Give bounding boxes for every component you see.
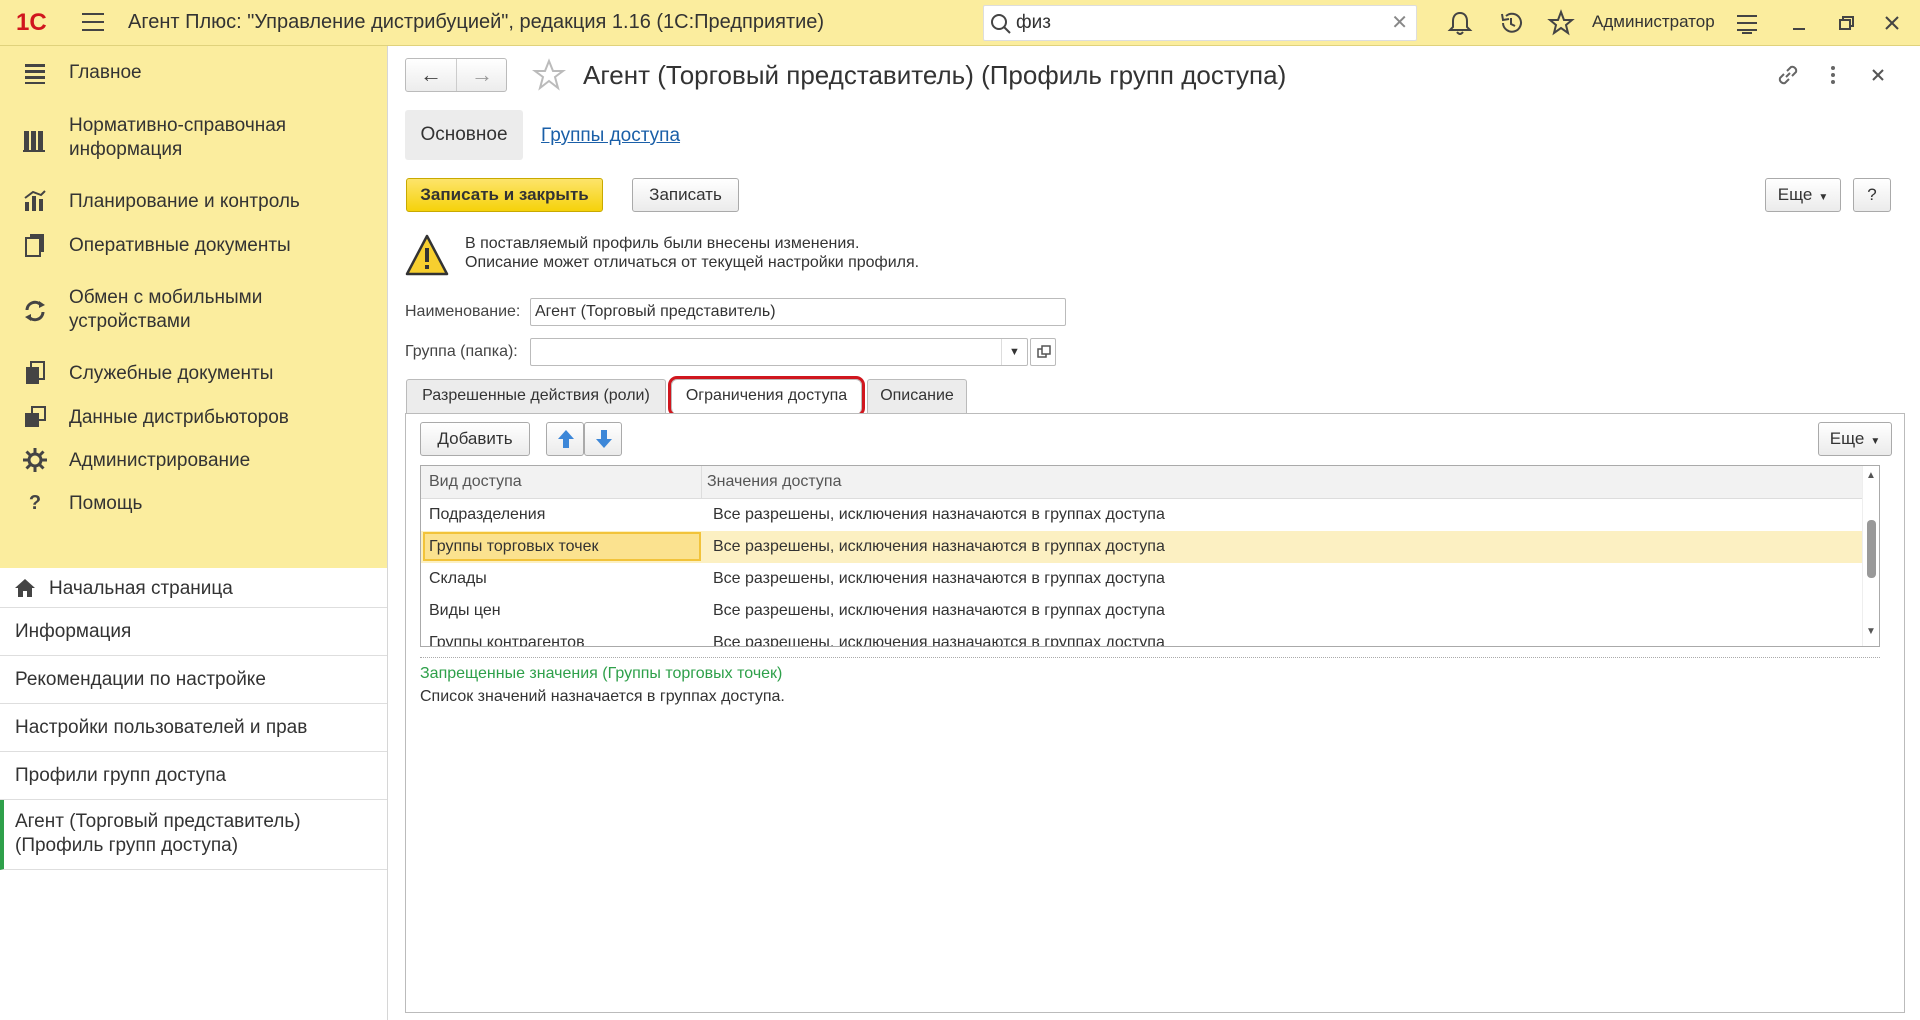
table-scrollbar[interactable]: ▲ ▼ [1862, 466, 1879, 646]
restore-window-icon[interactable] [1832, 9, 1860, 37]
back-arrow-icon[interactable]: ← [406, 62, 456, 88]
section-planning[interactable]: Планирование и контроль [0, 188, 387, 218]
move-up-button[interactable] [546, 422, 584, 456]
scroll-thumb[interactable] [1867, 520, 1876, 578]
section-operational-docs[interactable]: Оперативные документы [0, 232, 387, 262]
add-button[interactable]: Добавить [420, 422, 530, 456]
close-form-icon[interactable] [1865, 62, 1891, 88]
scroll-down-icon[interactable]: ▼ [1866, 626, 1876, 637]
panel-more-button[interactable]: Еще ▼ [1818, 422, 1892, 456]
table-row[interactable]: Группы контрагентов Все разрешены, исклю… [421, 627, 1864, 646]
open-icon [1037, 345, 1051, 358]
clear-search-icon[interactable]: ✕ [1391, 12, 1408, 34]
distributor-data-icon [25, 406, 46, 427]
favorites-star-icon[interactable] [1547, 9, 1575, 37]
open-group-button[interactable] [1030, 338, 1056, 366]
access-kinds-table: Вид доступа Значения доступа Подразделен… [420, 465, 1880, 647]
dropdown-arrow-icon: ▼ [1818, 192, 1829, 203]
documents-icon [25, 234, 44, 257]
restrictions-panel: Добавить Еще ▼ Вид доступа Значения досту… [405, 413, 1905, 1013]
section-service-docs[interactable]: Служебные документы [0, 360, 387, 390]
history-current-profile[interactable]: Агент (Торговый представитель) (Профиль … [0, 800, 387, 870]
scroll-up-icon[interactable]: ▲ [1866, 470, 1876, 481]
gear-icon [23, 448, 47, 472]
sidebar: Главное Нормативно-справочная информация… [0, 46, 388, 1020]
tab-access-groups-link[interactable]: Группы доступа [541, 125, 680, 147]
arrow-down-icon [596, 430, 612, 448]
save-button[interactable]: Записать [632, 178, 739, 212]
service-docs-icon [26, 361, 45, 384]
warning-text: В поставляемый профиль были внесены изме… [465, 235, 920, 271]
section-distributor-data[interactable]: Данные дистрибьюторов [0, 404, 387, 434]
top-bar: 1С Агент Плюс: "Управление дистрибуцией"… [0, 0, 1920, 46]
help-button[interactable]: ? [1853, 178, 1891, 212]
nav-buttons: ← → [405, 58, 507, 92]
history-access-profiles[interactable]: Профили групп доступа [0, 752, 387, 800]
user-name[interactable]: Администратор [1592, 12, 1715, 32]
form-content: ← → Агент (Торговый представитель) (Проф… [389, 46, 1920, 1020]
link-icon[interactable] [1775, 62, 1801, 88]
tab-description[interactable]: Описание [867, 379, 967, 413]
more-button[interactable]: Еще ▼ [1765, 178, 1841, 212]
app-title: Агент Плюс: "Управление дистрибуцией", р… [128, 11, 825, 33]
sections-panel: Главное Нормативно-справочная информация… [0, 46, 387, 568]
main-menu-icon[interactable] [82, 13, 104, 33]
tab-allowed-actions[interactable]: Разрешенные действия (роли) [406, 379, 666, 413]
section-administration[interactable]: Администрирование [0, 447, 387, 477]
bell-icon[interactable] [1446, 9, 1474, 37]
tab-main[interactable]: Основное [405, 110, 523, 160]
close-window-icon[interactable] [1878, 9, 1906, 37]
history-icon[interactable] [1497, 9, 1525, 37]
dropdown-arrow-icon[interactable]: ▼ [1001, 339, 1027, 365]
column-access-kind[interactable]: Вид доступа [429, 473, 522, 491]
restricted-values-info: Список значений назначается в группах до… [420, 688, 785, 705]
settings-menu-icon[interactable] [1733, 9, 1761, 37]
restricted-values-title: Запрещенные значения (Группы торговых то… [420, 665, 783, 682]
table-row-selected[interactable]: Группы торговых точек Все разрешены, иск… [421, 531, 1864, 563]
history-home-page[interactable]: Начальная страница [0, 568, 387, 608]
save-and-close-button[interactable]: Записать и закрыть [406, 178, 603, 212]
history-setup-recommendations[interactable]: Рекомендации по настройке [0, 656, 387, 704]
section-mobile-exchange[interactable]: Обмен с мобильными устройствами [0, 286, 387, 336]
table-header: Вид доступа Значения доступа [421, 466, 1864, 499]
history-user-settings[interactable]: Настройки пользователей и прав [0, 704, 387, 752]
section-reference-info[interactable]: Нормативно-справочная информация [0, 114, 387, 164]
app-logo[interactable]: 1С [16, 10, 66, 36]
section-help[interactable]: ? Помощь [0, 490, 387, 520]
search-box[interactable]: ✕ [983, 5, 1417, 41]
arrow-up-icon [558, 430, 574, 448]
help-icon: ? [28, 492, 42, 514]
dropdown-arrow-icon: ▼ [1870, 436, 1881, 447]
panel-more-label: Еще [1829, 429, 1865, 448]
more-button-label: Еще [1777, 185, 1813, 204]
chart-icon [24, 190, 46, 211]
name-field[interactable]: Агент (Торговый представитель) [530, 298, 1066, 326]
section-main[interactable]: Главное [0, 60, 387, 90]
move-down-button[interactable] [584, 422, 622, 456]
tab-access-restrictions[interactable]: Ограничения доступа [668, 376, 865, 417]
minimize-icon[interactable] [1785, 9, 1813, 37]
table-row[interactable]: Склады Все разрешены, исключения назнача… [421, 563, 1864, 595]
table-row[interactable]: Подразделения Все разрешены, исключения … [421, 499, 1864, 531]
forward-arrow-icon[interactable]: → [457, 62, 507, 88]
home-icon [15, 579, 35, 597]
more-vertical-icon[interactable] [1820, 62, 1846, 88]
search-icon [991, 14, 1011, 34]
column-access-values[interactable]: Значения доступа [707, 473, 841, 491]
list-icon [25, 64, 45, 84]
favorite-star-icon[interactable] [532, 58, 566, 92]
divider [420, 657, 1880, 658]
table-row[interactable]: Виды цен Все разрешены, исключения назна… [421, 595, 1864, 627]
name-label: Наименование: [405, 303, 521, 320]
sync-icon [25, 300, 45, 322]
group-label: Группа (папка): [405, 343, 518, 360]
group-field[interactable]: ▼ [530, 338, 1028, 366]
warning-icon [405, 234, 449, 276]
books-icon [23, 131, 45, 152]
history-information[interactable]: Информация [0, 608, 387, 656]
form-title: Агент (Торговый представитель) (Профиль … [583, 60, 1287, 90]
search-input[interactable] [1014, 10, 1374, 36]
